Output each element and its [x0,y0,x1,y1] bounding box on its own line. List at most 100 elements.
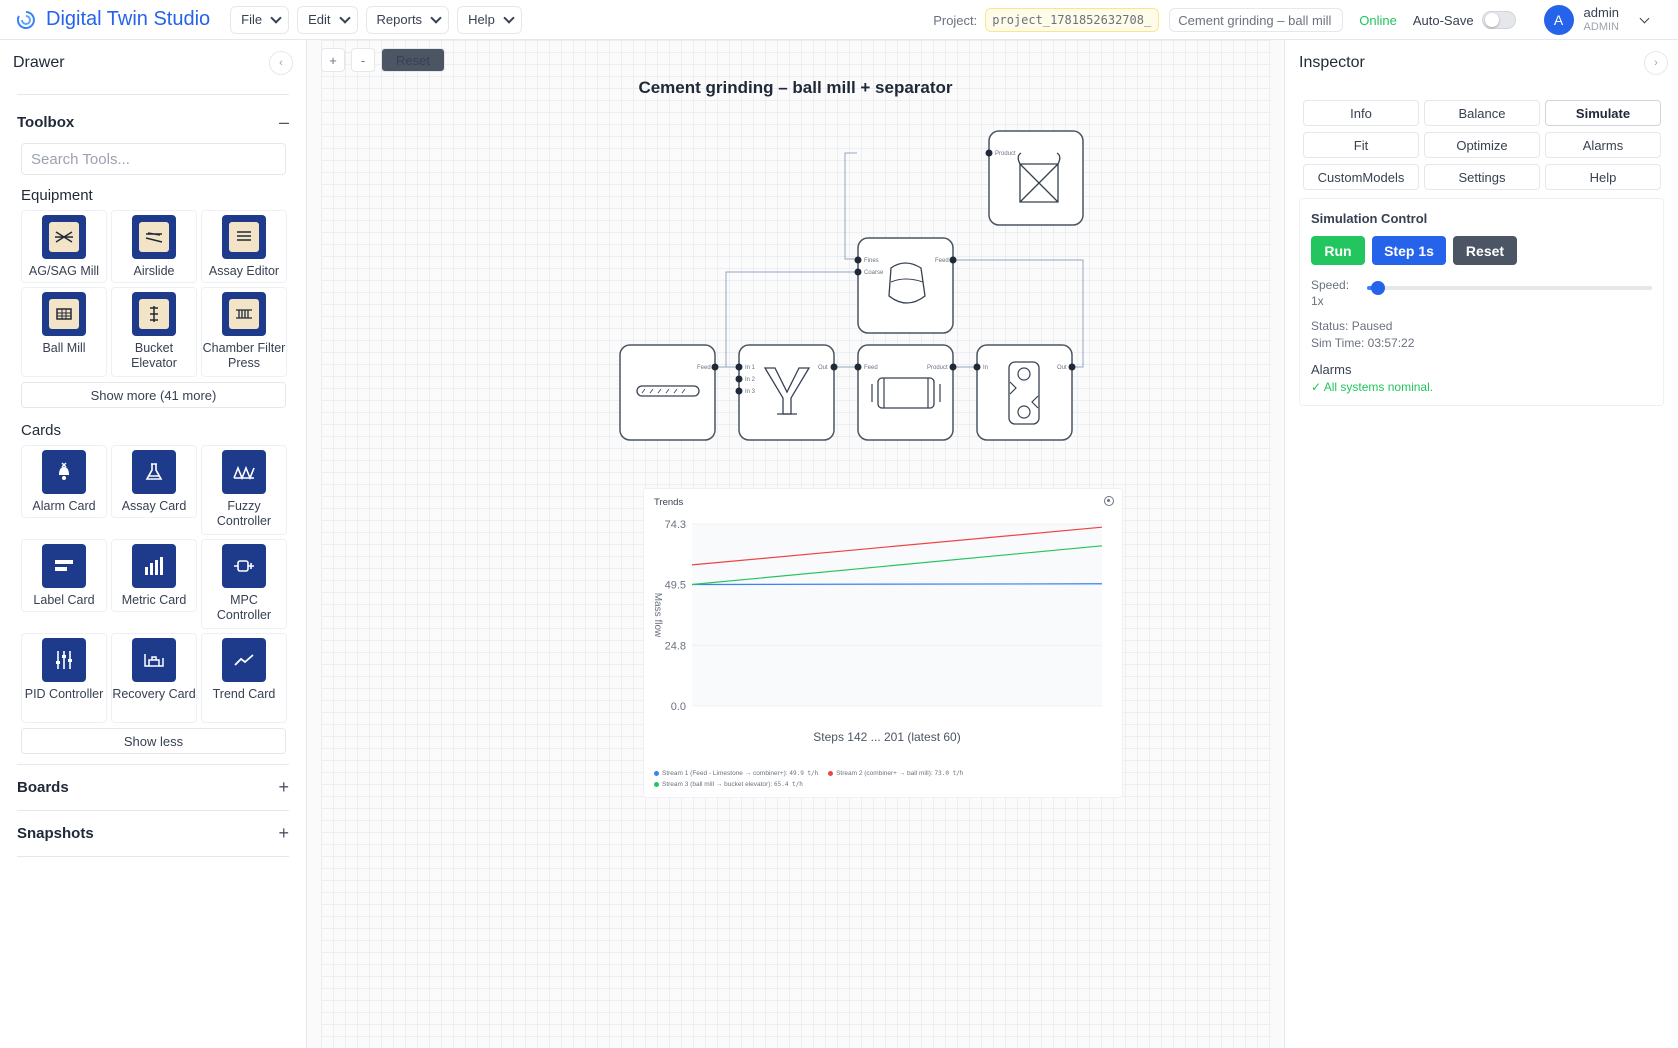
tool-recovery-card[interactable]: Recovery Card [111,633,197,723]
collapse-inspector-button[interactable]: › [1644,51,1668,75]
collapse-drawer-button[interactable]: ‹ [269,51,293,75]
sim-status-group: Status: Paused Sim Time: 03:57:22 [1311,318,1652,352]
bucket-elevator-node[interactable]: In Out [973,344,1076,441]
tab-fit[interactable]: Fit [1303,132,1419,158]
cards-grid: Alarm Card Assay Card Fuzzy Controller L… [21,445,306,723]
y-tick-label: 49.5 [665,580,686,592]
tool-trend-card[interactable]: Trend Card [201,633,287,723]
slider-thumb[interactable] [1371,281,1386,295]
legend-item: Stream 3 (ball mill → bucket elevator): … [654,781,803,788]
tool-bucket-elevator[interactable]: Bucket Elevator [111,287,197,377]
project-name-field[interactable]: Cement grinding – ball mill [1169,8,1344,32]
menu-bar: File Edit Reports Help [230,5,522,34]
alarms-title: Alarms [1311,362,1352,377]
menu-help[interactable]: Help [457,5,522,34]
inspector-header: Inspector › [1285,40,1678,86]
inspector-tabs: Info Balance Simulate Fit Optimize Alarm… [1303,100,1678,190]
tool-assay-editor[interactable]: Assay Editor [201,210,287,283]
tool-assay-card[interactable]: Assay Card [111,445,197,518]
flask-icon [132,450,176,494]
port-label: Coarse [864,270,884,276]
run-button[interactable]: Run [1311,236,1365,265]
x-axis-label: Steps 142 ... 201 (latest 60) [813,730,960,744]
show-less-button[interactable]: Show less [21,728,286,754]
y-axis-label: Mass flow [652,593,663,638]
tool-metric-card[interactable]: Metric Card [111,539,197,612]
tab-alarms[interactable]: Alarms [1545,132,1661,158]
project-label: Project: [933,12,978,28]
speed-label-group: Speed: 1x [1311,277,1359,309]
product-bin-node[interactable]: Product [985,130,1084,226]
autosave-label: Auto-Save [1412,12,1474,28]
tool-label: PID Controller [24,687,104,701]
boards-section[interactable]: Boards + [17,765,289,811]
settings-gear-icon[interactable] [1104,496,1114,506]
port-label: Feed [697,365,711,371]
port-label: Feed [935,258,949,264]
project-id-field[interactable]: project_1781852632708_ [985,8,1160,32]
tool-ag-sag-mill[interactable]: AG/SAG Mill [21,210,107,283]
toolbox-header[interactable]: Toolbox – [0,105,306,139]
user-menu[interactable]: A admin ADMIN [1543,5,1650,35]
tab-simulate[interactable]: Simulate [1545,100,1661,126]
tab-settings[interactable]: Settings [1424,164,1540,190]
legend-dot [828,770,834,776]
feed-conveyor-node[interactable]: Feed [619,344,719,441]
tool-label: Trend Card [212,687,276,701]
flow-diagram: Product Fines Coarse Feed Feed In 1 In 2… [619,130,1084,441]
y-tick-label: 0.0 [671,701,686,713]
app-logo[interactable]: Digital Twin Studio [16,8,210,31]
speed-slider[interactable] [1366,279,1652,297]
combiner-node[interactable]: In 1 In 2 In 3 Out [735,344,838,441]
tab-optimize[interactable]: Optimize [1424,132,1540,158]
port-label: Feed [864,365,878,371]
tool-alarm-card[interactable]: Alarm Card [21,445,107,518]
search-tools-input[interactable]: Search Tools... [21,143,286,175]
drawer-header: Drawer ‹ [0,40,306,86]
step-button[interactable]: Step 1s [1372,236,1446,265]
tool-label: Airslide [133,264,175,278]
tool-mpc-controller[interactable]: MPC Controller [201,539,287,629]
speed-label: Speed: [1311,278,1350,292]
tool-airslide[interactable]: Airslide [111,210,197,283]
reset-sim-button[interactable]: Reset [1453,236,1517,265]
separator-node[interactable]: Fines Coarse Feed [854,237,957,334]
tool-ball-mill[interactable]: Ball Mill [21,287,107,377]
airslide-icon [132,215,176,259]
trends-card[interactable]: Trends 74.3 49.5 24.8 0.0 Mass flow Steps 142… [643,488,1123,798]
menu-edit[interactable]: Edit [297,5,358,34]
port-label: In [983,365,988,371]
tool-fuzzy-controller[interactable]: Fuzzy Controller [201,445,287,535]
simulation-control-title: Simulation Control [1311,211,1428,226]
tool-label: Fuzzy Controller [216,499,272,528]
logo-icon [16,10,35,29]
legend-dot [654,770,659,776]
legend-dot [654,781,659,787]
boards-title: Boards [17,779,69,796]
legend-row: Stream 1 (Feed - Limestone → combiner+):… [654,768,971,779]
menu-reports[interactable]: Reports [365,5,450,34]
flowsheet-canvas[interactable]: + - Reset Cement grinding – ball mill + … [307,40,1284,1048]
port-label: In 1 [745,365,756,371]
equipment-group-title: Equipment [21,187,93,204]
tool-label-card[interactable]: Label Card [21,539,107,612]
label-icon [42,544,86,588]
ag-sag-mill-icon [42,215,86,259]
tool-chamber-filter-press[interactable]: Chamber Filter Press [201,287,287,377]
menu-label: Help [468,12,495,27]
tool-pid-controller[interactable]: PID Controller [21,633,107,723]
menu-file[interactable]: File [230,5,290,34]
ball-mill-node[interactable]: Feed Product [854,344,957,441]
tab-info[interactable]: Info [1303,100,1419,126]
show-more-button[interactable]: Show more (41 more) [21,382,286,408]
sliders-icon [42,638,86,682]
tab-custommodels[interactable]: CustomModels [1303,164,1419,190]
snapshots-section[interactable]: Snapshots + [17,811,289,857]
inspector-panel: Inspector › Info Balance Simulate Fit Op… [1284,40,1678,1048]
tool-label: Bucket Elevator [131,341,177,370]
tab-help[interactable]: Help [1545,164,1661,190]
port-label: Fines [864,258,879,264]
tab-balance[interactable]: Balance [1424,100,1540,126]
toolbox-title: Toolbox [17,113,75,131]
autosave-toggle[interactable] [1481,11,1516,29]
